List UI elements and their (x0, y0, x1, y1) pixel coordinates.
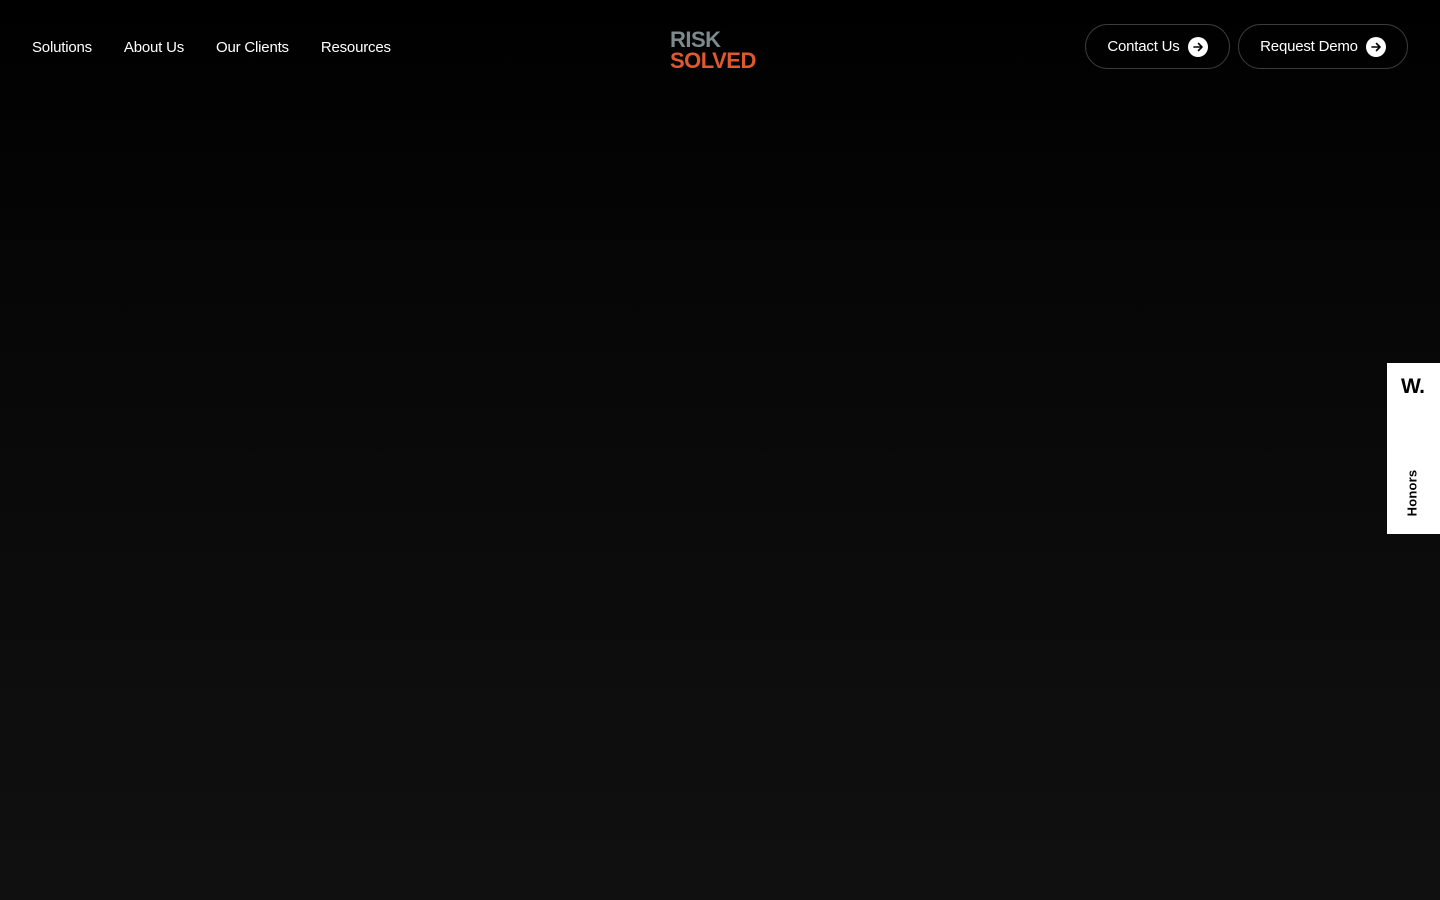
arrow-right-circle-icon (1187, 36, 1208, 57)
arrow-right-circle-icon (1365, 36, 1386, 57)
header-actions: Contact Us Request Demo (1085, 24, 1408, 69)
request-demo-button[interactable]: Request Demo (1238, 24, 1408, 69)
risk-solved-logo[interactable]: RISK SOLVED (670, 28, 771, 70)
contact-us-button[interactable]: Contact Us (1085, 24, 1230, 69)
request-demo-label: Request Demo (1260, 38, 1358, 55)
honors-label: Honors (1404, 469, 1420, 517)
honors-label-wrap: Honors (1402, 469, 1422, 517)
nav-item-about-us[interactable]: About Us (124, 38, 184, 58)
nav-item-solutions[interactable]: Solutions (32, 38, 92, 58)
honors-mark: W. (1401, 375, 1425, 398)
nav-item-our-clients[interactable]: Our Clients (216, 38, 289, 58)
honors-badge[interactable]: W. Honors (1387, 363, 1440, 534)
main-nav: Solutions About Us Our Clients Resources (32, 38, 391, 58)
nav-item-resources[interactable]: Resources (321, 38, 391, 58)
site-header: Solutions About Us Our Clients Resources… (0, 0, 1440, 96)
logo-line-solved: SOLVED (670, 48, 756, 70)
contact-us-label: Contact Us (1107, 38, 1180, 55)
